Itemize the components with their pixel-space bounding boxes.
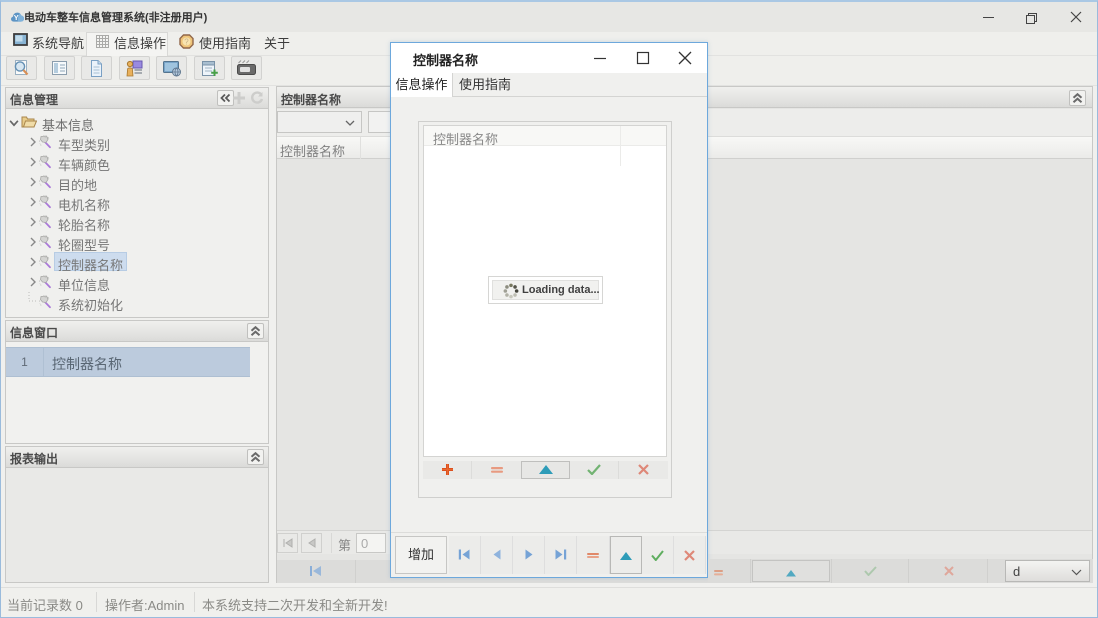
svg-text:Y: Y [14, 13, 19, 22]
svg-text:?: ? [184, 38, 189, 47]
